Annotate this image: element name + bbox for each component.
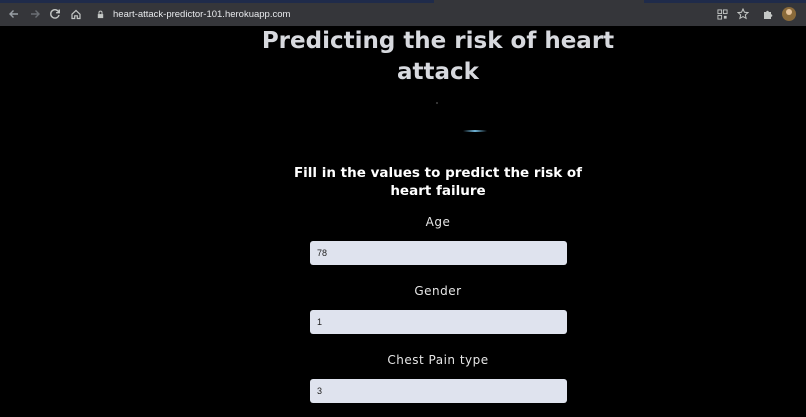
reload-icon[interactable]: [47, 6, 63, 22]
browser-toolbar: heart-attack-predictor-101.herokuapp.com: [0, 3, 806, 26]
home-icon[interactable]: [68, 6, 84, 22]
qr-code-icon[interactable]: [715, 7, 729, 21]
decorative-dot: [436, 102, 438, 104]
forward-icon[interactable]: [27, 6, 43, 22]
chest-pain-type-label: Chest Pain type: [387, 353, 489, 367]
lock-icon: [95, 10, 105, 20]
age-input[interactable]: [310, 241, 567, 265]
gender-input[interactable]: [310, 310, 567, 334]
chest-pain-type-input[interactable]: [310, 379, 567, 403]
address-bar[interactable]: heart-attack-predictor-101.herokuapp.com: [89, 6, 789, 23]
profile-avatar[interactable]: [782, 7, 796, 21]
age-label: Age: [425, 215, 451, 229]
loading-glow: [463, 130, 487, 132]
page-title: Predicting the risk of heart attack: [261, 28, 615, 85]
gender-label: Gender: [414, 284, 462, 298]
star-icon[interactable]: [736, 7, 750, 21]
url-text[interactable]: heart-attack-predictor-101.herokuapp.com: [113, 9, 290, 20]
back-icon[interactable]: [6, 6, 22, 22]
extensions-icon[interactable]: [761, 7, 775, 21]
page-content: Predicting the risk of heart attack Fill…: [0, 26, 806, 417]
form-subtitle: Fill in the values to predict the risk o…: [293, 165, 583, 199]
